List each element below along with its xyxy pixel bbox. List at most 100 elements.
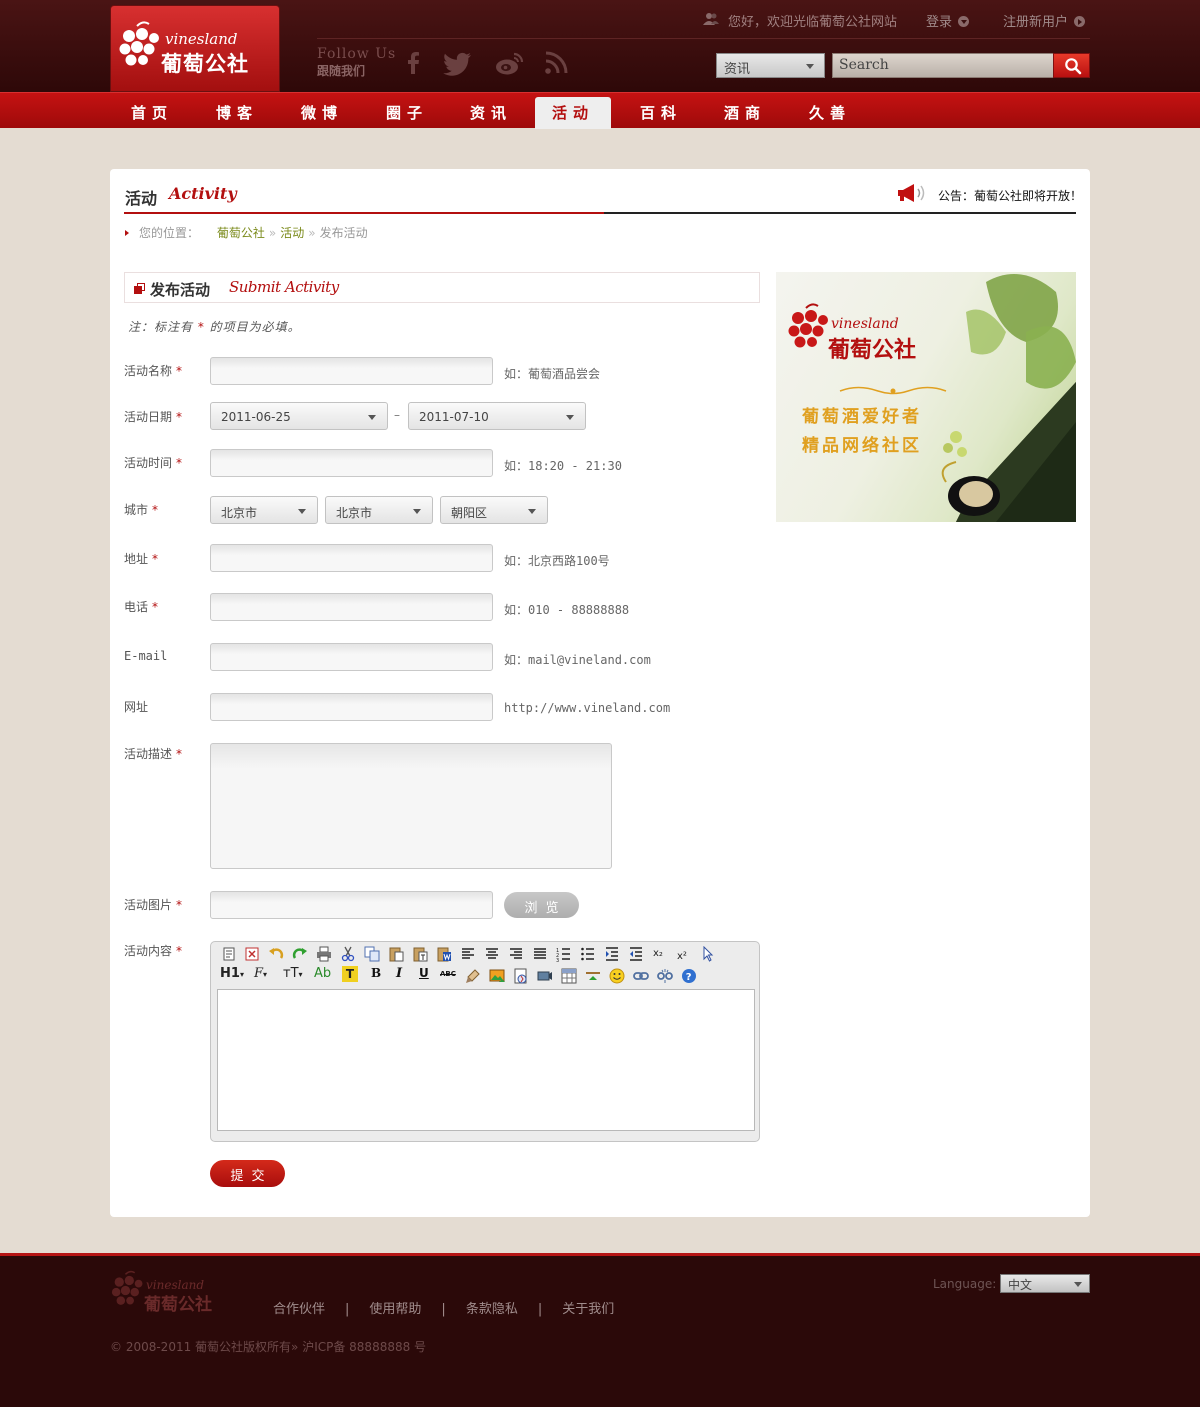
unlink-icon[interactable] xyxy=(657,968,673,984)
bold-icon[interactable]: B xyxy=(371,966,381,980)
footer-link-help[interactable]: 使用帮助 xyxy=(369,1302,421,1317)
superscript-icon[interactable]: x² xyxy=(676,946,692,962)
site-logo[interactable]: vinesland 葡萄公社 xyxy=(110,5,280,92)
link-icon[interactable] xyxy=(633,968,649,984)
nav-item-jiushan[interactable]: 久善 xyxy=(792,97,868,129)
facebook-icon[interactable] xyxy=(400,50,426,76)
ordered-list-icon[interactable]: 123 xyxy=(556,946,572,962)
hr-icon[interactable] xyxy=(585,968,601,984)
font-size-button[interactable]: тT▾ xyxy=(283,966,303,981)
form-title-cn: 发布活动 xyxy=(150,281,211,299)
breadcrumb-home[interactable]: 葡萄公社 xyxy=(217,226,265,240)
search-category-select[interactable]: 资讯 xyxy=(716,53,825,78)
editor-content-area[interactable] xyxy=(217,989,755,1131)
activity-time-input[interactable] xyxy=(210,449,493,477)
register-link[interactable]: 注册新用户 xyxy=(1003,11,1086,30)
subscript-icon[interactable]: x₂ xyxy=(652,946,668,962)
italic-icon[interactable]: I xyxy=(396,966,402,981)
chevron-down-icon xyxy=(806,64,814,69)
url-input[interactable] xyxy=(210,693,493,721)
svg-text:3: 3 xyxy=(556,958,559,962)
megaphone-icon xyxy=(898,184,925,202)
date-start-value: 2011-06-25 xyxy=(221,410,291,424)
district-value: 朝阳区 xyxy=(451,506,488,520)
cut-icon[interactable] xyxy=(340,946,356,962)
unordered-list-icon[interactable] xyxy=(580,946,596,962)
nav-item-circle[interactable]: 圈子 xyxy=(369,97,445,129)
twitter-icon[interactable] xyxy=(443,50,473,76)
emoticon-icon[interactable] xyxy=(609,968,625,984)
address-input[interactable] xyxy=(210,544,493,572)
browse-button[interactable]: 浏览 xyxy=(504,892,579,918)
nav-item-blog[interactable]: 博客 xyxy=(199,97,275,129)
fullscreen-icon[interactable] xyxy=(244,946,260,962)
chevron-down-icon: ▾ xyxy=(239,970,244,979)
print-icon[interactable] xyxy=(316,946,332,962)
source-icon[interactable] xyxy=(221,946,237,962)
flash-icon[interactable] xyxy=(513,968,529,984)
login-link[interactable]: 登录 xyxy=(926,11,970,30)
chevron-down-icon xyxy=(528,509,536,514)
strikethrough-icon[interactable]: ABC xyxy=(440,970,456,978)
province-select[interactable]: 北京市 xyxy=(210,496,318,524)
align-left-icon[interactable] xyxy=(460,946,476,962)
nav-item-home[interactable]: 首页 xyxy=(114,97,190,129)
copy-icon[interactable] xyxy=(364,946,380,962)
footer-link-about[interactable]: 关于我们 xyxy=(562,1302,614,1317)
footer-link-privacy[interactable]: 条款隐私 xyxy=(466,1302,518,1317)
banner-slogan-1: 葡萄酒爱好者 xyxy=(802,407,922,427)
image-icon[interactable] xyxy=(489,968,505,984)
name-label: 活动名称 * xyxy=(124,362,182,379)
paste-text-icon[interactable] xyxy=(412,946,428,962)
city-select[interactable]: 北京市 xyxy=(325,496,433,524)
search-button[interactable] xyxy=(1053,53,1090,78)
table-icon[interactable] xyxy=(561,968,577,984)
align-center-icon[interactable] xyxy=(484,946,500,962)
undo-icon[interactable] xyxy=(268,946,284,962)
weibo-icon[interactable] xyxy=(495,50,525,76)
clear-format-icon[interactable] xyxy=(465,968,481,984)
align-justify-icon[interactable] xyxy=(532,946,548,962)
align-right-icon[interactable] xyxy=(508,946,524,962)
select-icon[interactable] xyxy=(700,946,716,962)
activity-name-input[interactable] xyxy=(210,357,493,385)
highlight-icon[interactable]: T xyxy=(342,966,358,982)
help-icon[interactable]: ? xyxy=(681,968,697,984)
footer-link-partners[interactable]: 合作伙伴 xyxy=(273,1302,325,1317)
district-select[interactable]: 朝阳区 xyxy=(440,496,548,524)
promo-banner[interactable]: vinesland 葡萄公社 葡萄酒爱好者 精品网络社区 xyxy=(776,272,1076,522)
date-end-select[interactable]: 2011-07-10 xyxy=(408,402,586,430)
rss-icon[interactable] xyxy=(543,50,569,76)
font-family-button[interactable]: F▾ xyxy=(254,966,267,981)
outdent-icon[interactable] xyxy=(628,946,644,962)
language-label: Language: xyxy=(933,1277,997,1291)
note-prefix: 注：标注有 xyxy=(128,320,194,334)
phone-input[interactable] xyxy=(210,593,493,621)
grapes-icon xyxy=(788,303,828,348)
date-start-select[interactable]: 2011-06-25 xyxy=(210,402,388,430)
submit-button[interactable]: 提交 xyxy=(210,1160,285,1187)
media-icon[interactable] xyxy=(537,968,553,984)
text-color-icon[interactable]: Ab xyxy=(314,966,331,981)
chevron-down-icon xyxy=(368,415,376,420)
nav-item-wiki[interactable]: 百科 xyxy=(623,97,699,129)
description-textarea[interactable] xyxy=(210,743,612,869)
breadcrumb-activity[interactable]: 活动 xyxy=(280,226,304,240)
indent-icon[interactable] xyxy=(604,946,620,962)
paste-icon[interactable] xyxy=(388,946,404,962)
nav-item-merchants[interactable]: 酒商 xyxy=(707,97,783,129)
nav-item-weibo[interactable]: 微博 xyxy=(284,97,360,129)
redo-icon[interactable] xyxy=(292,946,308,962)
paste-word-icon[interactable] xyxy=(436,946,452,962)
image-path-input[interactable] xyxy=(210,891,493,919)
heading-button[interactable]: H1▾ xyxy=(220,966,244,981)
announcement[interactable]: 公告：葡萄公社即将开放！ xyxy=(938,187,1082,204)
underline-icon[interactable]: U xyxy=(419,966,429,980)
nav-item-news[interactable]: 资讯 xyxy=(453,97,529,129)
logo-text-cn: 葡萄公社 xyxy=(161,52,249,76)
search-input[interactable]: Search xyxy=(832,53,1054,78)
nav-item-activity[interactable]: 活动 xyxy=(535,97,611,129)
language-select[interactable]: 中文 xyxy=(1000,1274,1090,1293)
language-value: 中文 xyxy=(1008,1278,1033,1292)
email-input[interactable] xyxy=(210,643,493,671)
